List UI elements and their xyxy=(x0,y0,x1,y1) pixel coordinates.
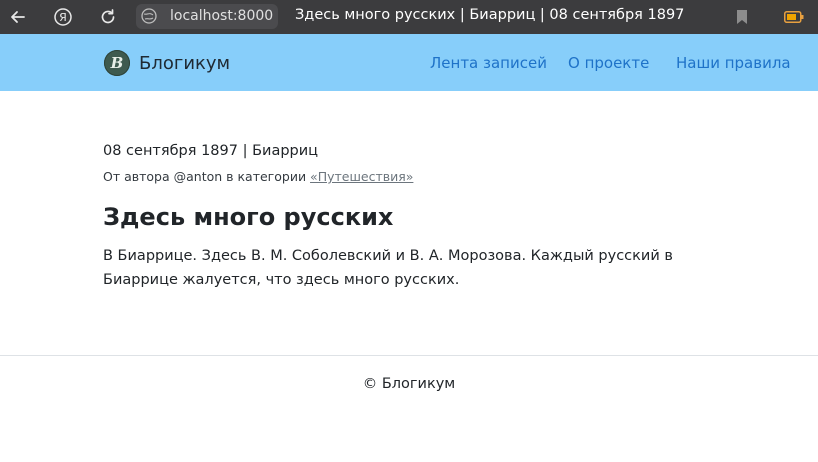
reload-icon[interactable] xyxy=(96,5,120,29)
site-navbar: B Блогикум Лента записей О проекте Наши … xyxy=(0,34,818,91)
brand-logo: B xyxy=(104,50,130,76)
browser-toolbar: Я localhost:8000 Здесь много русских | Б… xyxy=(0,0,818,34)
address-text: localhost:8000 xyxy=(170,8,274,24)
nav-link-feed[interactable]: Лента записей xyxy=(430,54,547,72)
category-link[interactable]: «Путешествия» xyxy=(310,169,413,184)
footer-divider xyxy=(0,355,818,356)
nav-link-rules[interactable]: Наши правила xyxy=(676,54,791,72)
footer-copyright: © Блогикум xyxy=(362,376,456,392)
battery-icon xyxy=(782,5,806,29)
brand-name: Блогикум xyxy=(139,52,231,74)
brand-link[interactable]: B Блогикум xyxy=(104,50,230,76)
post-title: Здесь много русских xyxy=(103,203,394,231)
post-author-line: От автора @anton в категории «Путешестви… xyxy=(103,169,413,184)
globe-icon xyxy=(140,7,158,29)
post-body: В Биаррице. Здесь В. М. Соболевский и В.… xyxy=(103,248,673,288)
svg-text:Я: Я xyxy=(59,11,67,24)
post-date-location: 08 сентября 1897 | Биарриц xyxy=(103,143,319,159)
yandex-icon[interactable]: Я xyxy=(51,5,75,29)
bookmark-icon[interactable] xyxy=(730,5,754,29)
tab-title: Здесь много русских | Биарриц | 08 сентя… xyxy=(295,7,685,23)
nav-link-about[interactable]: О проекте xyxy=(568,54,649,72)
address-bar[interactable]: localhost:8000 xyxy=(136,4,278,29)
author-prefix: От автора @anton в категории xyxy=(103,169,311,184)
back-icon[interactable] xyxy=(6,5,30,29)
